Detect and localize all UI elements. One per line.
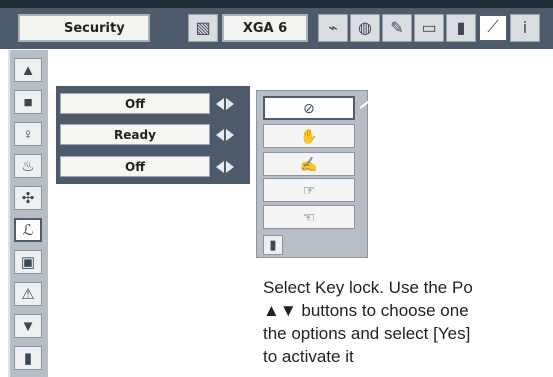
picture-adjust-icon[interactable]: ▧ — [188, 14, 218, 42]
up-arrow-icon[interactable]: ▲ — [14, 58, 42, 82]
adjust-arrows-3[interactable] — [212, 156, 238, 177]
signal-mode: XGA 6 — [222, 14, 308, 42]
setting-icon[interactable]: ▮ — [446, 14, 476, 42]
signal-mode-label: XGA 6 — [242, 20, 288, 36]
key-lock-option-projector-remote[interactable]: ☞ — [263, 178, 355, 202]
signal-icon[interactable]: ⌁ — [318, 14, 348, 42]
selection-marker-icon — [359, 101, 376, 109]
security-tool-icon[interactable]: ⟋ — [478, 14, 508, 42]
setting-value-1-text: Off — [125, 96, 145, 111]
setting-value-3[interactable]: Off — [60, 156, 210, 177]
menu-title-label: Security — [64, 20, 125, 36]
key-lock-option-off[interactable]: ⊘ — [263, 96, 355, 120]
key-lock-option-remote-projector[interactable]: ☜ — [263, 205, 355, 229]
top-menu-strip — [0, 0, 553, 8]
help-line: Select Key lock. Use the Po — [263, 278, 473, 297]
key-lock-option-remote[interactable]: ✍ — [263, 152, 355, 176]
warning-icon[interactable]: ⚠ — [14, 282, 42, 306]
fan-icon[interactable]: ✣ — [14, 186, 42, 210]
projector-remote-lock-icon: ☞ — [302, 181, 316, 198]
submenu-exit-icon[interactable]: ▮ — [263, 235, 283, 255]
help-line: to activate it — [263, 347, 354, 366]
adjust-arrows-2[interactable] — [212, 124, 238, 145]
off-icon: ⊘ — [303, 99, 315, 116]
security-icon[interactable]: ℒ — [14, 218, 42, 242]
remote-lock-icon: ✍ — [300, 155, 318, 172]
adjust-arrows-1[interactable] — [212, 93, 238, 114]
projector-lock-icon: ✋ — [300, 127, 318, 144]
right-arrow-icon[interactable] — [226, 97, 234, 110]
language-icon[interactable]: ✎ — [382, 14, 412, 42]
help-line: ▲▼ buttons to choose one — [263, 301, 469, 320]
setting-value-2-text: Ready — [114, 127, 156, 142]
help-text: Select Key lock. Use the Po ▲▼ buttons t… — [263, 276, 553, 368]
lamp-icon[interactable]: ♀ — [14, 122, 42, 146]
status-icon[interactable]: ▭ — [414, 14, 444, 42]
key-lock-option-projector[interactable]: ✋ — [263, 124, 355, 148]
info-icon[interactable]: ⅰ — [510, 14, 540, 42]
right-arrow-icon[interactable] — [226, 128, 234, 141]
remote-projector-lock-icon: ☜ — [302, 208, 316, 225]
screen-icon[interactable]: ◍ — [350, 14, 380, 42]
exit-icon[interactable]: ▮ — [14, 346, 42, 370]
setting-value-3-text: Off — [125, 159, 145, 174]
help-line: the options and select [Yes] — [263, 324, 471, 343]
screen-icon[interactable]: ▣ — [14, 250, 42, 274]
image-select-icon[interactable]: ■ — [14, 90, 42, 114]
setting-value-1[interactable]: Off — [60, 93, 210, 114]
left-arrow-icon[interactable] — [216, 128, 224, 141]
menu-title: Security — [18, 14, 150, 42]
setting-value-2[interactable]: Ready — [60, 124, 210, 145]
left-arrow-icon[interactable] — [216, 160, 224, 173]
down-arrow-icon[interactable]: ▼ — [14, 314, 42, 338]
pc-adjust-icon[interactable]: ♨ — [14, 154, 42, 178]
left-arrow-icon[interactable] — [216, 97, 224, 110]
right-arrow-icon[interactable] — [226, 160, 234, 173]
